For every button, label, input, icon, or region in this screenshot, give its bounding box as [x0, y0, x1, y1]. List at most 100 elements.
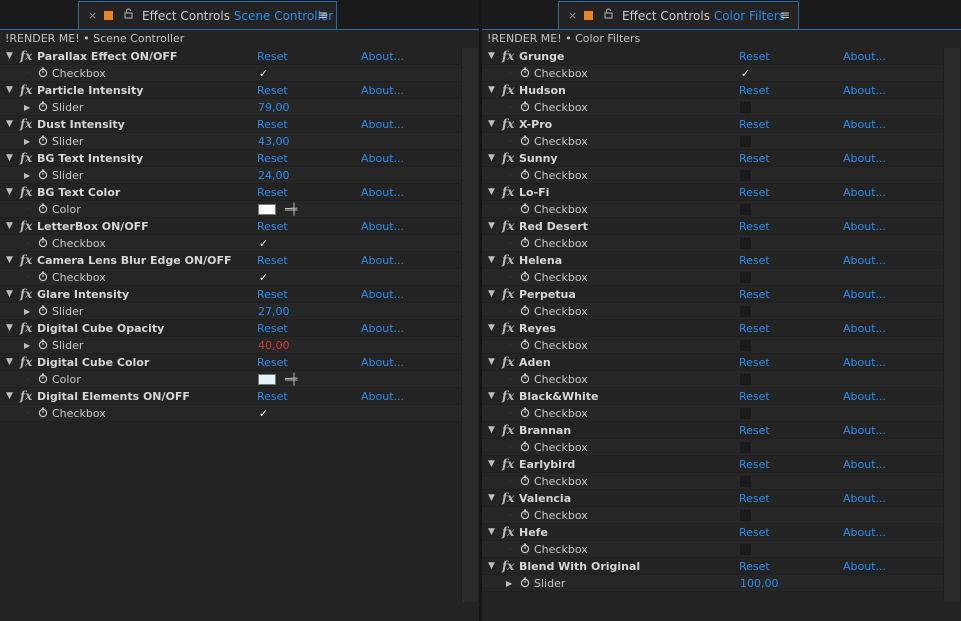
- effect-header[interactable]: ▼ fx Valencia Reset About...: [482, 490, 943, 507]
- fx-toggle-icon[interactable]: fx: [502, 82, 514, 99]
- reset-link[interactable]: Reset: [739, 354, 770, 371]
- effect-header[interactable]: ▼ fx Camera Lens Blur Edge ON/OFF Reset Abou…: [0, 252, 461, 269]
- tab-effect-controls[interactable]: × Effect Controls Color Filters ≡: [558, 1, 799, 29]
- stopwatch-icon[interactable]: [38, 133, 48, 150]
- about-link[interactable]: About...: [843, 252, 886, 269]
- effect-name[interactable]: Red Desert: [519, 218, 588, 235]
- slider-value[interactable]: 43,00: [258, 133, 290, 150]
- fx-toggle-icon[interactable]: fx: [502, 286, 514, 303]
- effect-name[interactable]: Brannan: [519, 422, 571, 439]
- stopwatch-icon[interactable]: [520, 575, 530, 592]
- about-link[interactable]: About...: [361, 388, 404, 405]
- about-link[interactable]: About...: [843, 218, 886, 235]
- reset-link[interactable]: Reset: [257, 286, 288, 303]
- about-link[interactable]: About...: [361, 150, 404, 167]
- scrollbar[interactable]: [943, 48, 961, 602]
- effect-name[interactable]: Glare Intensity: [37, 286, 129, 303]
- stopwatch-icon[interactable]: [520, 167, 530, 184]
- effect-name[interactable]: Particle Intensity: [37, 82, 143, 99]
- fx-toggle-icon[interactable]: fx: [502, 150, 514, 167]
- about-link[interactable]: About...: [843, 558, 886, 575]
- effect-header[interactable]: ▼ fx Black&White Reset About...: [482, 388, 943, 405]
- slider-value[interactable]: 100,00: [740, 575, 779, 592]
- reset-link[interactable]: Reset: [257, 184, 288, 201]
- fx-toggle-icon[interactable]: fx: [502, 490, 514, 507]
- expand-triangle-icon[interactable]: ▼: [488, 388, 495, 405]
- reset-link[interactable]: Reset: [257, 82, 288, 99]
- reset-link[interactable]: Reset: [739, 116, 770, 133]
- expand-triangle-icon[interactable]: ▼: [6, 184, 13, 201]
- reset-link[interactable]: Reset: [739, 286, 770, 303]
- reset-link[interactable]: Reset: [739, 558, 770, 575]
- expand-triangle-icon[interactable]: ▼: [6, 150, 13, 167]
- checkbox[interactable]: [740, 510, 751, 521]
- fx-toggle-icon[interactable]: fx: [502, 48, 514, 65]
- close-tab-icon[interactable]: ×: [88, 9, 97, 22]
- reset-link[interactable]: Reset: [739, 150, 770, 167]
- effect-header[interactable]: ▼ fx Digital Cube Color Reset About...: [0, 354, 461, 371]
- reset-link[interactable]: Reset: [257, 48, 288, 65]
- reset-link[interactable]: Reset: [257, 252, 288, 269]
- about-link[interactable]: About...: [843, 48, 886, 65]
- effect-name[interactable]: Camera Lens Blur Edge ON/OFF: [37, 252, 232, 269]
- fx-toggle-icon[interactable]: fx: [502, 354, 514, 371]
- slider-value[interactable]: 24,00: [258, 167, 290, 184]
- stopwatch-icon[interactable]: [520, 473, 530, 490]
- about-link[interactable]: About...: [843, 82, 886, 99]
- expand-triangle-icon[interactable]: ▼: [488, 456, 495, 473]
- fx-toggle-icon[interactable]: fx: [20, 252, 32, 269]
- tab-effect-controls[interactable]: × Effect Controls Scene Controller ≡: [78, 1, 337, 29]
- about-link[interactable]: About...: [361, 184, 404, 201]
- expand-triangle-icon[interactable]: ▶: [24, 99, 30, 116]
- expand-triangle-icon[interactable]: ▼: [6, 116, 13, 133]
- close-tab-icon[interactable]: ×: [568, 9, 577, 22]
- fx-toggle-icon[interactable]: fx: [20, 150, 32, 167]
- effect-header[interactable]: ▼ fx BG Text Color Reset About...: [0, 184, 461, 201]
- expand-triangle-icon[interactable]: ▼: [6, 82, 13, 99]
- expand-triangle-icon[interactable]: ▶: [24, 337, 30, 354]
- checkbox[interactable]: [740, 102, 751, 113]
- checkbox[interactable]: ✓: [258, 68, 269, 79]
- checkbox[interactable]: [740, 544, 751, 555]
- fx-toggle-icon[interactable]: fx: [502, 116, 514, 133]
- expand-triangle-icon[interactable]: ▼: [6, 354, 13, 371]
- stopwatch-icon[interactable]: [38, 167, 48, 184]
- effect-header[interactable]: ▼ fx Perpetua Reset About...: [482, 286, 943, 303]
- checkbox[interactable]: ✓: [258, 238, 269, 249]
- fx-toggle-icon[interactable]: fx: [502, 456, 514, 473]
- expand-triangle-icon[interactable]: ▼: [488, 320, 495, 337]
- effect-header[interactable]: ▼ fx Parallax Effect ON/OFF Reset About...: [0, 48, 461, 65]
- reset-link[interactable]: Reset: [257, 150, 288, 167]
- about-link[interactable]: About...: [843, 490, 886, 507]
- eyedropper-icon[interactable]: ═╪: [285, 371, 297, 388]
- slider-value[interactable]: 40,00: [258, 337, 290, 354]
- reset-link[interactable]: Reset: [739, 456, 770, 473]
- fx-toggle-icon[interactable]: fx: [502, 524, 514, 541]
- stopwatch-icon[interactable]: [520, 133, 530, 150]
- expand-triangle-icon[interactable]: ▼: [488, 116, 495, 133]
- effect-name[interactable]: Lo-Fi: [519, 184, 549, 201]
- effect-name[interactable]: X-Pro: [519, 116, 552, 133]
- expand-triangle-icon[interactable]: ▼: [6, 320, 13, 337]
- effect-name[interactable]: Dust Intensity: [37, 116, 125, 133]
- expand-triangle-icon[interactable]: ▼: [488, 354, 495, 371]
- checkbox[interactable]: [740, 204, 751, 215]
- effect-name[interactable]: LetterBox ON/OFF: [37, 218, 149, 235]
- fx-toggle-icon[interactable]: fx: [20, 320, 32, 337]
- slider-value[interactable]: 79,00: [258, 99, 290, 116]
- about-link[interactable]: About...: [361, 320, 404, 337]
- fx-toggle-icon[interactable]: fx: [502, 252, 514, 269]
- stopwatch-icon[interactable]: [38, 65, 48, 82]
- effect-header[interactable]: ▼ fx X-Pro Reset About...: [482, 116, 943, 133]
- reset-link[interactable]: Reset: [257, 116, 288, 133]
- slider-value[interactable]: 27,00: [258, 303, 290, 320]
- stopwatch-icon[interactable]: [520, 303, 530, 320]
- reset-link[interactable]: Reset: [257, 218, 288, 235]
- effect-header[interactable]: ▼ fx Blend With Original Reset About...: [482, 558, 943, 575]
- expand-triangle-icon[interactable]: ▼: [6, 388, 13, 405]
- stopwatch-icon[interactable]: [38, 371, 48, 388]
- reset-link[interactable]: Reset: [739, 218, 770, 235]
- effect-header[interactable]: ▼ fx Earlybird Reset About...: [482, 456, 943, 473]
- effect-header[interactable]: ▼ fx Helena Reset About...: [482, 252, 943, 269]
- effect-name[interactable]: BG Text Color: [37, 184, 120, 201]
